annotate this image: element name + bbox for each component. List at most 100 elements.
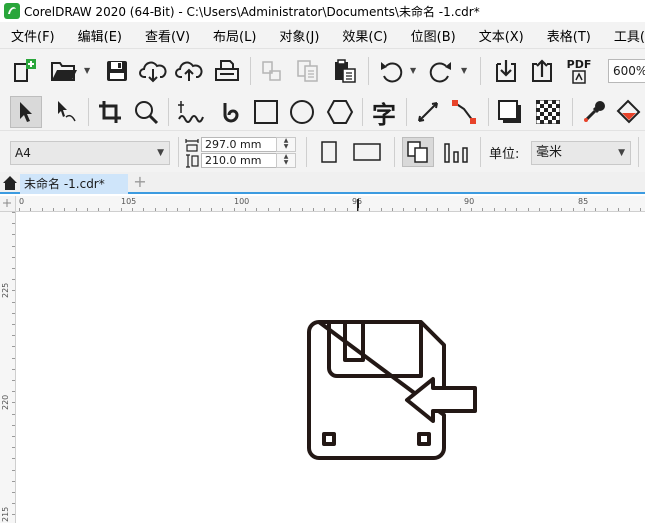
- shape-tool-icon: [58, 101, 76, 122]
- chevron-down-icon: ▼: [618, 148, 625, 158]
- page-width-field[interactable]: 297.0 mm: [201, 137, 277, 152]
- cloud-upload-button[interactable]: [174, 57, 204, 85]
- text-tool-icon: 字: [372, 100, 396, 129]
- save-to-disk-drawing[interactable]: [307, 318, 487, 466]
- drawing-canvas[interactable]: [17, 212, 645, 523]
- floppy-hole-right: [417, 432, 431, 446]
- landscape-button[interactable]: [350, 137, 384, 167]
- ruler-label: 100: [234, 197, 250, 206]
- page-size-dropdown[interactable]: A4 ▼: [10, 141, 170, 165]
- copy-button[interactable]: [294, 57, 322, 85]
- redo-button[interactable]: [426, 57, 456, 85]
- polygon-tool-button[interactable]: [324, 96, 356, 128]
- toolbar-divider: [480, 137, 481, 167]
- transparency-tool-button[interactable]: [532, 96, 564, 128]
- undo-button[interactable]: [376, 57, 406, 85]
- standard-toolbar: ▼ ▼ ▼ PDF 600%: [0, 48, 645, 94]
- artistic-media-tool-button[interactable]: [214, 96, 246, 128]
- home-icon: [3, 176, 17, 190]
- rectangle-tool-button[interactable]: [250, 96, 282, 128]
- text-tool-button[interactable]: 字: [368, 96, 400, 129]
- menu-layout[interactable]: 布局(L): [202, 26, 268, 45]
- import-button[interactable]: [492, 57, 520, 85]
- menu-table[interactable]: 表格(T): [536, 26, 603, 45]
- redo-icon: [429, 62, 451, 83]
- export-button[interactable]: [528, 57, 556, 85]
- menu-edit[interactable]: 编辑(E): [67, 26, 134, 45]
- toolbar-divider: [178, 137, 179, 167]
- pdf-label: PDF: [566, 57, 592, 71]
- connector-tool-button[interactable]: [448, 96, 480, 128]
- all-pages-button[interactable]: [402, 137, 434, 167]
- window-title: CorelDRAW 2020 (64-Bit) - C:\Users\Admin…: [24, 4, 480, 19]
- pick-tool-button[interactable]: [10, 96, 42, 128]
- page-width-icon: [185, 139, 199, 152]
- menu-tools[interactable]: 工具(O): [603, 26, 645, 45]
- zoom-level-field[interactable]: 600%: [608, 59, 645, 83]
- rectangle-icon: [254, 100, 278, 124]
- ruler-tick: [12, 503, 15, 504]
- ruler-tick: [12, 335, 15, 336]
- eyedropper-tool-button[interactable]: [578, 96, 610, 128]
- unit-value: 毫米: [536, 145, 563, 160]
- menu-effects[interactable]: 效果(C): [331, 26, 399, 45]
- ruler-tick: [12, 223, 15, 224]
- new-document-button[interactable]: [10, 57, 40, 85]
- crop-icon: [99, 101, 121, 123]
- import-icon: [496, 60, 516, 82]
- checkerboard-icon: [536, 100, 560, 124]
- paste-button[interactable]: [330, 57, 360, 85]
- add-tab-button[interactable]: +: [130, 174, 150, 192]
- export-icon: [532, 59, 552, 82]
- crop-tool-button[interactable]: [94, 96, 126, 128]
- ellipse-tool-button[interactable]: [286, 96, 318, 128]
- cut-icon: [262, 61, 281, 81]
- parallel-dimension-tool-button[interactable]: [412, 96, 444, 128]
- welcome-home-button[interactable]: [0, 174, 20, 192]
- save-button[interactable]: [102, 57, 132, 85]
- toolbar-divider: [88, 98, 89, 126]
- freehand-tool-button[interactable]: [174, 96, 206, 128]
- coreldraw-logo-icon: [4, 3, 20, 19]
- ruler-tick: [12, 425, 15, 426]
- portrait-button[interactable]: [316, 137, 342, 167]
- ruler-tick: [12, 380, 15, 381]
- menu-view[interactable]: 查看(V): [134, 26, 202, 45]
- ruler-tick: [12, 436, 15, 437]
- page-height-field[interactable]: 210.0 mm: [201, 153, 277, 168]
- zoom-tool-button[interactable]: [130, 96, 162, 128]
- open-dropdown-icon[interactable]: ▼: [84, 66, 90, 75]
- publish-pdf-icon: [572, 69, 586, 84]
- property-bar: A4 ▼ 297.0 mm ▲ ▼ 210.0 mm ▲ ▼ 单位: 毫米 ▼: [0, 130, 645, 172]
- shape-tool-button[interactable]: [50, 96, 82, 128]
- vertical-ruler[interactable]: 225 220 215: [0, 212, 16, 523]
- fill-tool-button[interactable]: [614, 96, 644, 128]
- cut-button[interactable]: [258, 57, 286, 85]
- publish-pdf-button[interactable]: PDF: [563, 55, 595, 87]
- ruler-origin[interactable]: [0, 196, 16, 212]
- drop-shadow-tool-button[interactable]: [494, 96, 526, 128]
- menu-bitmaps[interactable]: 位图(B): [400, 26, 468, 45]
- ruler-label: 105: [121, 197, 137, 206]
- tab-document[interactable]: 未命名 -1.cdr*: [20, 174, 128, 194]
- menu-file[interactable]: 文件(F): [0, 26, 67, 45]
- unit-dropdown[interactable]: 毫米 ▼: [531, 141, 631, 165]
- open-button[interactable]: [48, 57, 80, 85]
- menu-object[interactable]: 对象(J): [268, 26, 331, 45]
- ruler-tick: [12, 234, 15, 235]
- undo-dropdown-icon[interactable]: ▼: [410, 66, 416, 75]
- current-page-button[interactable]: [440, 137, 472, 167]
- page-width-stepper[interactable]: ▲ ▼: [276, 137, 296, 152]
- all-pages-icon: [407, 141, 428, 163]
- redo-dropdown-icon[interactable]: ▼: [461, 66, 467, 75]
- page-height-stepper[interactable]: ▲ ▼: [276, 153, 296, 168]
- ruler-tick: [12, 290, 15, 291]
- menu-text[interactable]: 文本(X): [468, 26, 536, 45]
- cloud-download-button[interactable]: [138, 57, 168, 85]
- print-button[interactable]: [212, 57, 242, 85]
- cloud-upload-icon: [175, 61, 203, 81]
- toolbar-divider: [406, 98, 407, 126]
- artistic-media-icon: [223, 103, 239, 123]
- horizontal-ruler[interactable]: 0 105 100 95 90 85: [16, 196, 645, 212]
- ruler-tick: [12, 458, 15, 459]
